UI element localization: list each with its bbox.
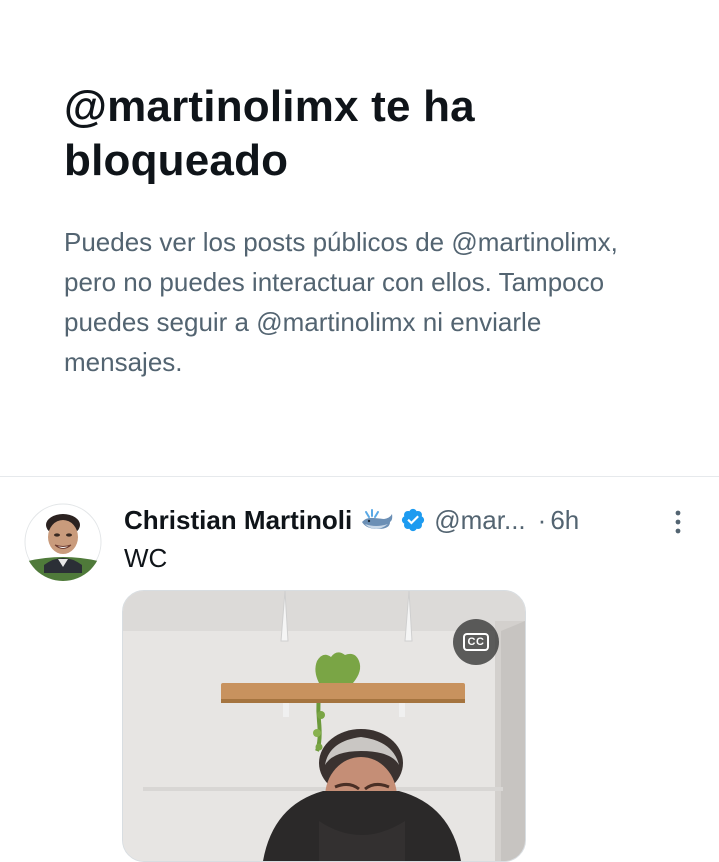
blocked-message: Puedes ver los posts públicos de @martin… [64,227,618,377]
whale-icon [360,508,394,532]
author-name[interactable]: Christian Martinoli [124,505,352,536]
blocked-title: @martinolimx te ha bloqueado [64,82,475,185]
post-header: Christian Martinoli @mar... · 6h [124,503,579,537]
blocked-notice: @martinolimx te ha bloqueado Puedes ver … [0,0,719,476]
separator-dot: · [537,504,547,535]
verified-badge-icon [400,507,426,533]
post-text: WC [124,543,168,573]
author-handle[interactable]: @mar... [434,505,525,536]
post-timestamp[interactable]: 6h [550,505,579,536]
post[interactable]: Christian Martinoli @mar... · 6h WC CC [0,477,719,862]
avatar[interactable] [24,503,102,581]
closed-captions-icon[interactable]: CC [453,619,499,665]
post-video[interactable]: CC [122,590,526,862]
more-options-icon[interactable] [668,507,688,537]
closed-captions-label: CC [462,633,490,651]
